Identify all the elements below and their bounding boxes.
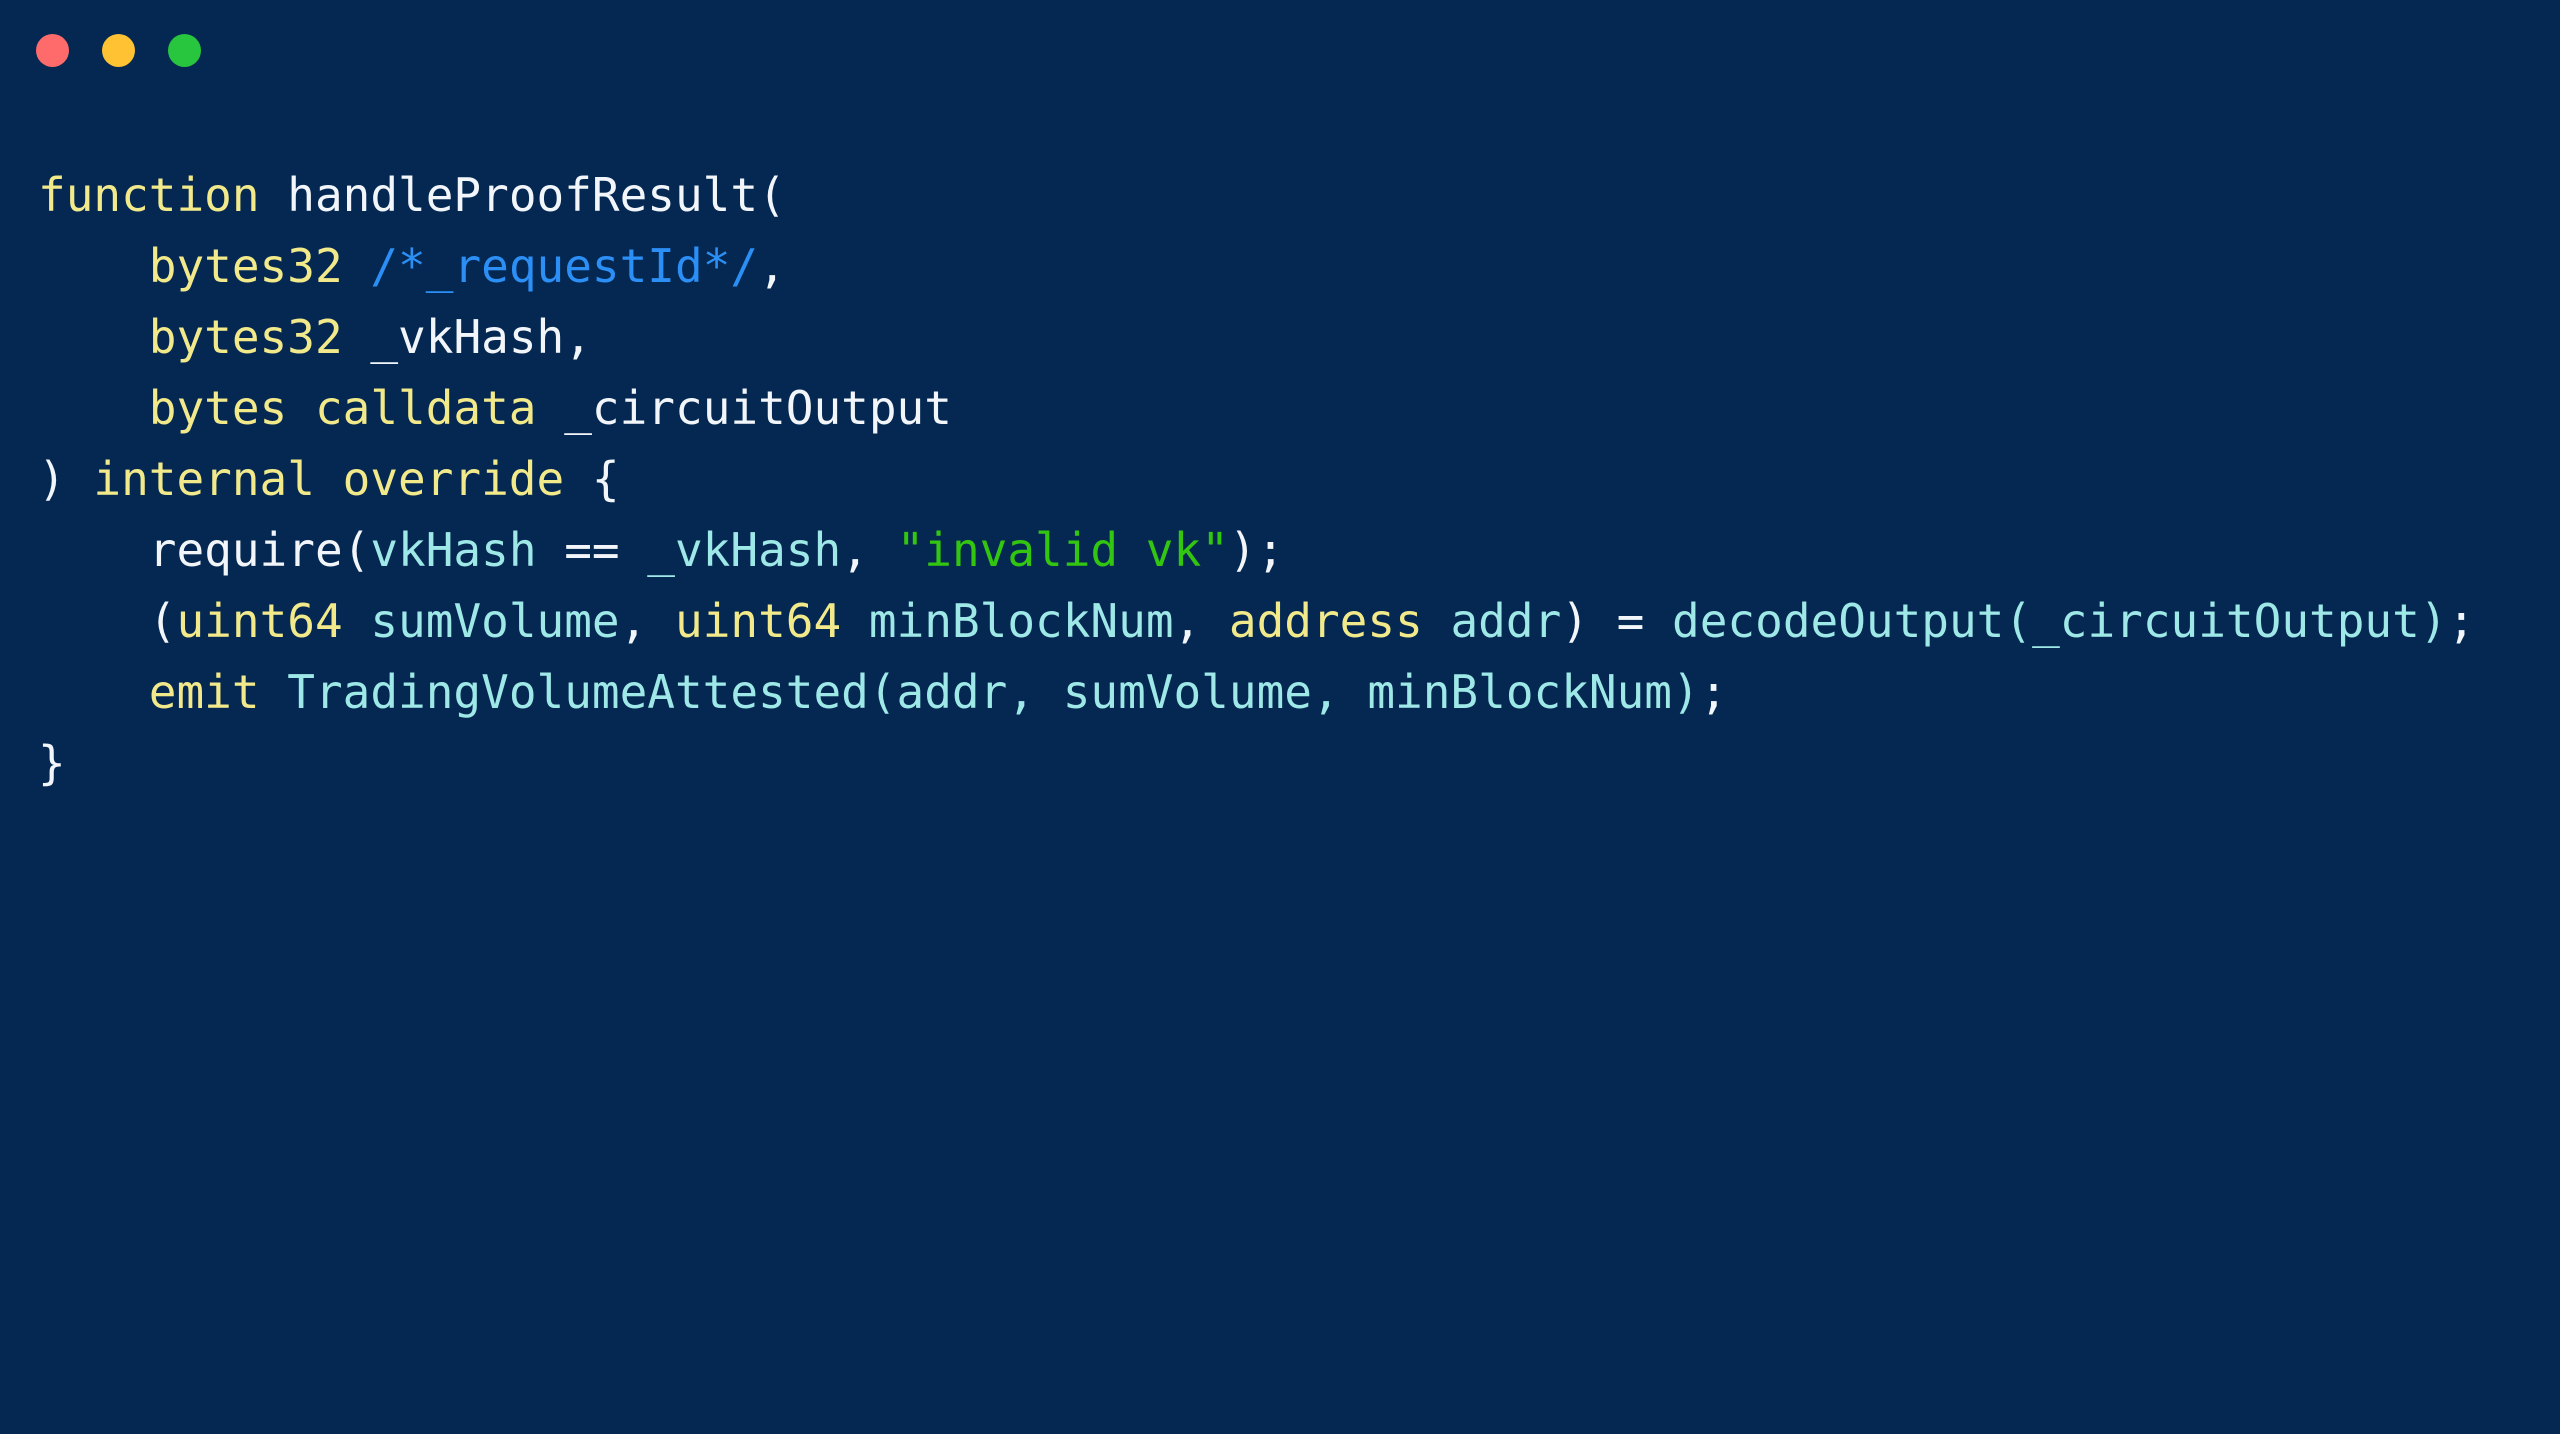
code-token-keyword: bytes32 [148,310,343,364]
window-titlebar [0,0,2560,100]
code-token-plain: { [564,452,620,506]
code-token-plain: ( [38,594,177,648]
close-button[interactable] [36,33,69,67]
code-line: (uint64 sumVolume, uint64 minBlockNum, a… [38,586,2560,657]
code-token-string: "invalid vk" [896,523,1229,577]
code-token-variable: TradingVolumeAttested(addr, sumVolume, m… [287,665,1700,719]
code-token-plain: _circuitOutput [564,381,952,435]
code-token-comment: /*_requestId*/ [370,239,759,293]
code-token-plain: ; [2447,594,2476,648]
code-token-variable: vkHash [370,523,537,577]
code-token-plain: ) = [1561,594,1673,648]
code-token-variable: addr [1450,594,1562,648]
code-token-plain: ); [1228,523,1285,577]
code-line: function handleProofResult( [38,160,2560,231]
code-token-plain: ; [1699,665,1728,719]
code-token-plain: , [841,523,897,577]
code-line: bytes32 _vkHash, [38,302,2560,373]
code-token-keyword: bytes32 [148,239,343,293]
code-token-plain: , [758,239,786,293]
code-token-keyword: address [1228,594,1423,648]
code-token-plain: , [1173,594,1229,648]
code-line: bytes calldata _circuitOutput [38,373,2560,444]
code-token-keyword: uint64 [176,594,343,648]
code-token-variable: minBlockNum [868,594,1174,648]
code-window: function handleProofResult( bytes32 /*_r… [0,0,2560,1434]
code-token-plain: , [619,594,675,648]
code-token-plain: _vkHash, [370,310,592,364]
code-token-plain: } [38,736,66,790]
code-token-keyword: emit [148,665,260,719]
code-token-plain: handleProofResult( [287,168,786,222]
code-block[interactable]: function handleProofResult( bytes32 /*_r… [38,160,2560,1434]
code-line: ) internal override { [38,444,2560,515]
code-token-plain: ) [38,452,94,506]
minimize-button[interactable] [102,33,135,67]
code-token-variable: decodeOutput(_circuitOutput) [1672,594,2448,648]
code-token-keyword: bytes calldata [148,381,537,435]
code-line: bytes32 /*_requestId*/, [38,231,2560,302]
code-token-keyword: internal override [93,452,565,506]
code-token-plain: require( [148,523,371,577]
code-line: require(vkHash == _vkHash, "invalid vk")… [38,515,2560,586]
maximize-button[interactable] [168,33,201,67]
code-line: emit TradingVolumeAttested(addr, sumVolu… [38,657,2560,728]
code-token-variable: _vkHash [647,523,842,577]
code-token-keyword: uint64 [675,594,842,648]
code-token-keyword: function [38,168,260,222]
code-token-variable: sumVolume [370,594,620,648]
code-line: } [38,728,2560,799]
code-token-plain: == [536,523,648,577]
